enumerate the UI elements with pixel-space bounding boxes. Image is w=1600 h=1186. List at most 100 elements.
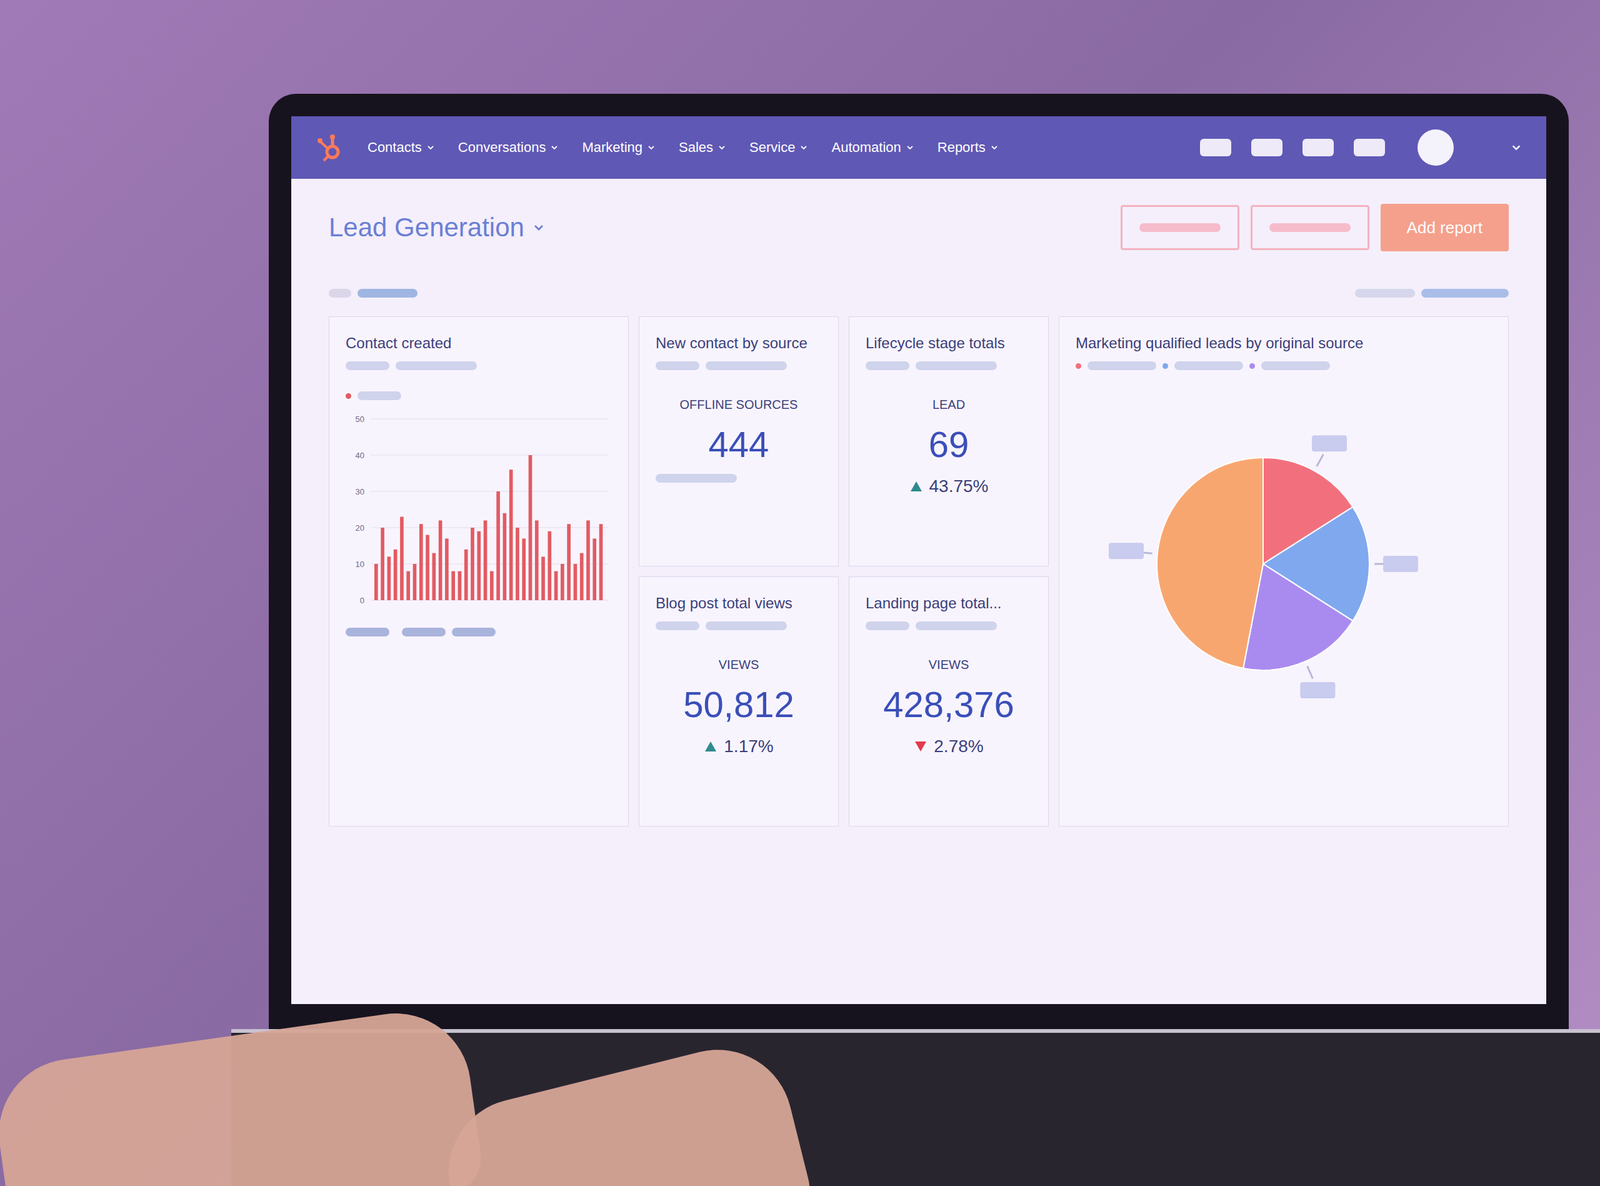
stat-footer-placeholder: [655, 473, 737, 483]
nav-pill[interactable]: [1302, 138, 1334, 157]
chart-bar[interactable]: [413, 563, 417, 600]
chevron-icon: [800, 143, 808, 152]
chart-bar[interactable]: [451, 571, 455, 600]
leads-pie-chart: [1075, 382, 1451, 745]
stat-change: 43.75%: [909, 476, 989, 497]
chart-bar[interactable]: [521, 538, 526, 601]
nav-pill[interactable]: [1353, 138, 1385, 157]
chart-bar[interactable]: [483, 520, 488, 601]
card-title: Contact created: [345, 333, 452, 353]
outline-button[interactable]: [1250, 205, 1370, 250]
stat-card[interactable]: New contact by sourceOFFLINE SOURCES444: [638, 316, 839, 567]
stat-card[interactable]: Landing page total...VIEWS428,3762.78%: [848, 576, 1049, 827]
nav-item[interactable]: Marketing: [581, 139, 655, 156]
chart-bar[interactable]: [548, 531, 552, 600]
chart-bar[interactable]: [476, 531, 481, 600]
axis-placeholder: [345, 627, 496, 637]
chart-bar[interactable]: [393, 549, 398, 600]
chevron-icon: [718, 143, 726, 152]
chart-bar[interactable]: [438, 520, 443, 601]
chart-tick: 40: [355, 450, 609, 460]
stat-card[interactable]: Lifecycle stage totalsLEAD6943.75%: [848, 316, 1049, 567]
chart-bar[interactable]: [458, 571, 462, 600]
chart-bar[interactable]: [406, 571, 410, 600]
chart-bar[interactable]: [535, 520, 539, 601]
svg-text:50: 50: [355, 414, 365, 424]
chart-bar[interactable]: [528, 455, 533, 600]
chevron-icon: [647, 143, 655, 152]
dashboard-content: Lead Generation Add report Contact created…: [291, 178, 1547, 1004]
stat-label: OFFLINE SOURCES: [680, 397, 799, 412]
chevron-icon: [990, 143, 999, 152]
stat-value: 50,812: [683, 683, 794, 725]
nav-pill[interactable]: [1200, 138, 1232, 157]
chart-bar[interactable]: [400, 516, 404, 600]
chart-bar[interactable]: [560, 563, 565, 600]
svg-text:40: 40: [355, 450, 365, 460]
add-report-button[interactable]: Add report: [1380, 203, 1509, 252]
nav-pill[interactable]: [1251, 138, 1283, 157]
up-arrow-icon: [909, 480, 924, 493]
chart-bar[interactable]: [503, 513, 507, 600]
chart-bar[interactable]: [380, 527, 385, 600]
card-subtitle-placeholder: [655, 361, 787, 370]
chevron-icon: [1511, 142, 1522, 153]
chart-bar[interactable]: [509, 469, 514, 600]
chart-bar[interactable]: [541, 556, 545, 601]
sprocket-logo-icon[interactable]: [316, 131, 344, 164]
svg-text:0: 0: [360, 595, 365, 605]
up-arrow-icon: [703, 740, 718, 753]
chart-bar[interactable]: [374, 563, 379, 600]
chart-bar[interactable]: [419, 523, 424, 600]
chart-bar[interactable]: [554, 571, 559, 600]
avatar[interactable]: [1417, 129, 1454, 166]
chart-bar[interactable]: [490, 571, 494, 600]
nav-item[interactable]: Automation: [831, 139, 914, 156]
nav-item[interactable]: Conversations: [458, 139, 559, 156]
down-arrow-icon: [913, 740, 928, 753]
card-title: Lifecycle stage totals: [865, 333, 1005, 353]
chart-bar[interactable]: [515, 527, 520, 600]
chart-bar[interactable]: [496, 491, 500, 600]
stat-change: 1.17%: [703, 736, 774, 757]
chart-bar[interactable]: [566, 523, 571, 600]
dashboard-title[interactable]: Lead Generation: [328, 212, 545, 243]
mql-pie-card[interactable]: Marketing qualified leads by original so…: [1058, 316, 1509, 827]
chart-bar[interactable]: [464, 549, 469, 600]
stat-card[interactable]: Blog post total viewsVIEWS50,8121.17%: [638, 576, 839, 827]
chart-bar[interactable]: [573, 563, 578, 600]
stat-label: VIEWS: [718, 657, 759, 672]
chart-bar[interactable]: [599, 523, 604, 600]
nav-item[interactable]: Service: [749, 139, 808, 156]
outline-button[interactable]: [1120, 205, 1240, 250]
chevron-icon: [426, 143, 435, 152]
svg-text:20: 20: [355, 523, 365, 533]
pie-label-placeholder: [1108, 542, 1144, 559]
stat-label: VIEWS: [928, 657, 969, 672]
chart-tick: 30: [355, 486, 609, 497]
pie-label-placeholder: [1383, 555, 1419, 572]
pie-slice[interactable]: [1156, 457, 1264, 669]
chevron-icon: [550, 143, 559, 152]
svg-text:10: 10: [355, 559, 365, 569]
chart-bar[interactable]: [586, 520, 590, 601]
chart-bar[interactable]: [592, 538, 597, 601]
chart-bar[interactable]: [445, 538, 449, 601]
contact-created-card[interactable]: Contact created 50 40 30 20 10 0: [328, 316, 629, 827]
chart-bar[interactable]: [425, 535, 430, 600]
report-grid: Contact created 50 40 30 20 10 0 New contact by…: [328, 316, 1509, 827]
chart-bar[interactable]: [580, 553, 584, 600]
card-subtitle-placeholder: [655, 621, 787, 630]
chart-bar[interactable]: [470, 527, 475, 600]
chart-bar[interactable]: [432, 553, 437, 600]
chart-bar[interactable]: [387, 556, 392, 601]
legend-placeholder: [345, 391, 402, 400]
dashboard-header: Lead Generation Add report: [328, 203, 1509, 252]
nav-item[interactable]: Contacts: [367, 139, 435, 156]
pie-label-placeholder: [1311, 435, 1347, 452]
nav-item[interactable]: Sales: [678, 139, 726, 156]
card-subtitle-placeholder: [865, 621, 997, 630]
card-title: New contact by source: [655, 333, 808, 353]
nav-item[interactable]: Reports: [937, 139, 999, 156]
stat-label: LEAD: [932, 397, 965, 412]
